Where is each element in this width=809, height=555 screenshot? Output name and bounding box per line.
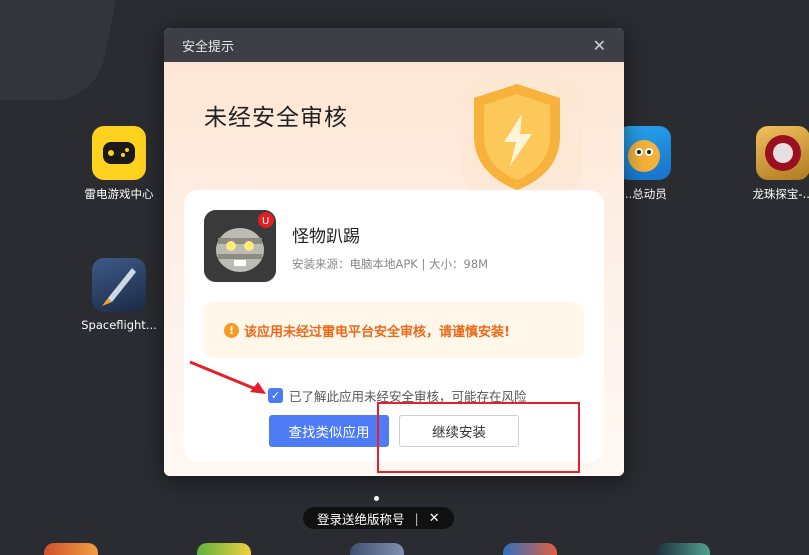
warning-banner: ! 该应用未经过雷电平台安全审核，请谨慎安装! (204, 302, 584, 358)
login-promo-tooltip[interactable]: 登录送绝版称号 | ✕ (303, 507, 454, 529)
annotation-arrow (189, 360, 266, 394)
tooltip-close-icon[interactable]: ✕ (429, 511, 440, 526)
bottom-app-icon[interactable] (350, 543, 404, 555)
close-icon[interactable]: ✕ (593, 36, 606, 55)
dialog-titlebar: 安全提示 ✕ (164, 28, 624, 62)
shield-icon (442, 70, 592, 200)
find-similar-button[interactable]: 查找类似应用 (269, 415, 389, 447)
app-row: U 怪物趴踢 安装来源：电脑本地APK | 大小：98M (204, 210, 488, 282)
bottom-app-icon[interactable] (503, 543, 557, 555)
agree-checkbox[interactable]: ✓ (268, 388, 283, 403)
bottom-app-icon[interactable] (656, 543, 710, 555)
app-meta: 怪物趴踢 安装来源：电脑本地APK | 大小：98M (292, 210, 488, 282)
annotation-highlight-box (377, 402, 580, 473)
rocket-icon (92, 258, 146, 312)
dialog-heading: 未经安全审核 (204, 105, 348, 131)
bottom-app-icon[interactable] (44, 543, 98, 555)
warning-icon: ! (224, 322, 239, 338)
app-icon: U (204, 210, 276, 282)
page-indicator[interactable] (374, 496, 379, 501)
warning-text: 该应用未经过雷电平台安全审核，请谨慎安装! (244, 324, 510, 340)
desktop-icon-spaceflight[interactable]: Spaceflight... (76, 258, 162, 332)
desktop-icon-label: 雷电游戏中心 (84, 187, 154, 201)
gamepad-icon (92, 126, 146, 180)
tooltip-separator: | (414, 510, 419, 526)
app-source-info: 安装来源：电脑本地APK | 大小：98M (292, 257, 489, 271)
app-name: 怪物趴踢 (292, 227, 360, 247)
svg-text:U: U (262, 216, 269, 227)
desktop-icon-label: Spaceflight... (81, 318, 157, 332)
dialog-title: 安全提示 (182, 39, 235, 55)
desktop-icon-label: 龙珠探宝-... (752, 187, 809, 201)
bottom-app-icon[interactable] (197, 543, 251, 555)
background-shape (0, 0, 125, 100)
desktop-icon-game-center[interactable]: 雷电游戏中心 (76, 126, 162, 202)
cartoon-app-icon (617, 126, 671, 180)
tooltip-text: 登录送绝版称号 (317, 511, 405, 527)
desktop-icon-gem-app[interactable]: 龙珠探宝-... (748, 126, 809, 202)
gem-app-icon (756, 126, 809, 180)
